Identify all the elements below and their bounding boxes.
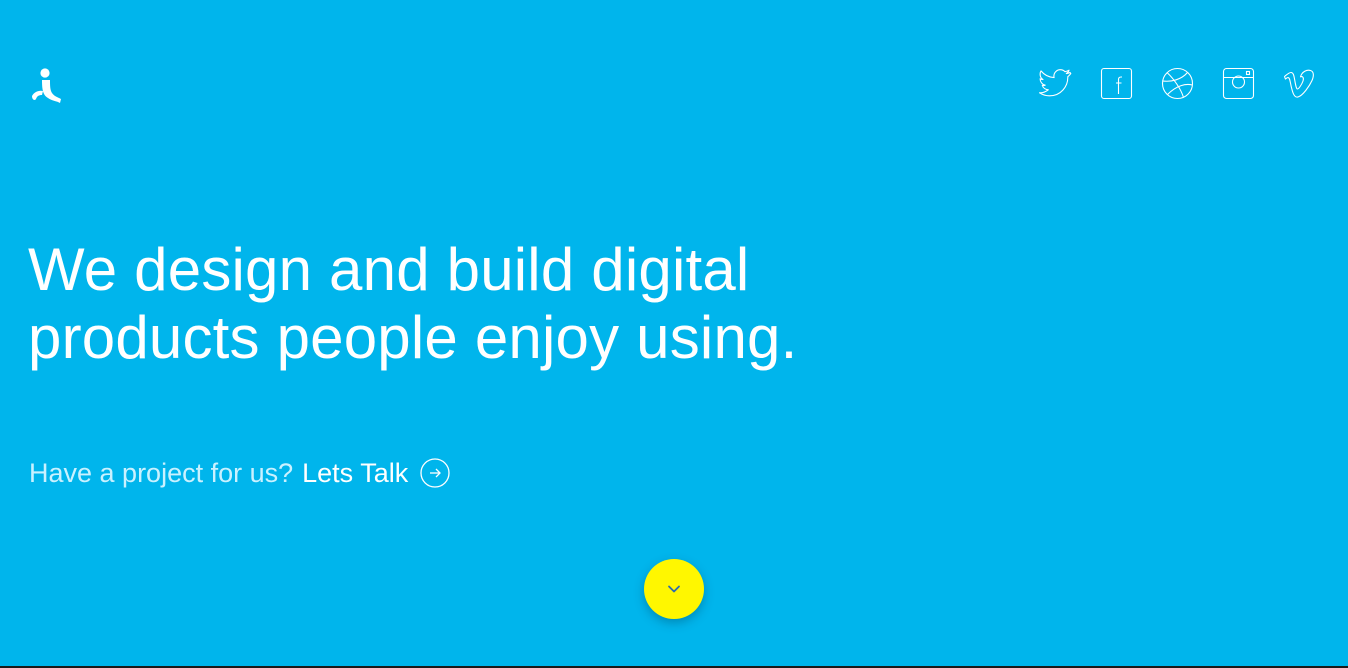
vimeo-icon[interactable] xyxy=(1283,67,1316,100)
instagram-icon[interactable] xyxy=(1222,67,1255,100)
person-logo-icon[interactable] xyxy=(30,68,62,104)
chevron-down-icon xyxy=(668,585,680,593)
lets-talk-link[interactable]: Lets Talk xyxy=(302,456,450,490)
cta-question: Have a project for us? xyxy=(29,458,294,488)
twitter-icon[interactable] xyxy=(1039,67,1072,100)
arrow-right-circle-icon xyxy=(420,458,450,488)
lets-talk-label: Lets Talk xyxy=(302,458,409,488)
facebook-icon[interactable] xyxy=(1100,67,1133,100)
dribbble-icon[interactable] xyxy=(1161,67,1194,100)
landing-page: We design and build digital products peo… xyxy=(0,0,1348,668)
hero-line-1: We design and build digital xyxy=(28,236,750,303)
hero-headline: We design and build digital products peo… xyxy=(28,236,928,372)
scroll-down-button[interactable] xyxy=(644,559,704,619)
hero-line-2: products people enjoy using. xyxy=(28,304,798,371)
social-links xyxy=(1039,67,1316,100)
project-cta: Have a project for us? Lets Talk xyxy=(29,456,450,490)
